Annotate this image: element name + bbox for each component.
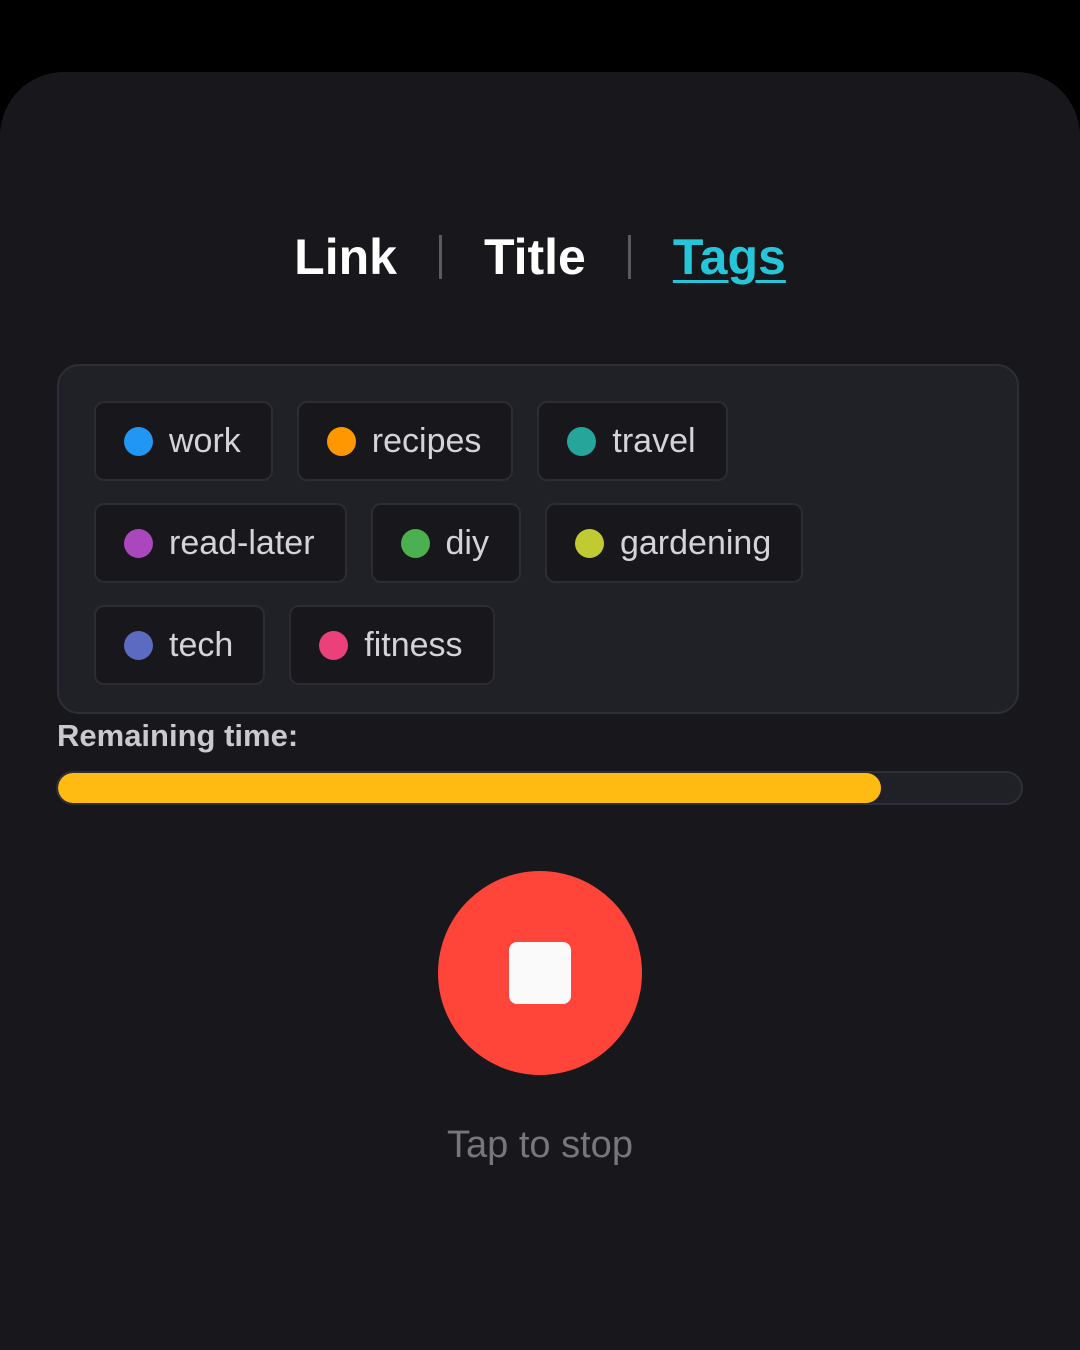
tag-row: tech fitness	[94, 605, 1017, 685]
tag-color-dot-icon	[574, 528, 604, 558]
remaining-time-progress-fill	[58, 773, 882, 803]
tag-chip-fitness[interactable]: fitness	[289, 605, 495, 685]
tag-color-dot-icon	[319, 630, 349, 660]
tab-separator	[627, 235, 631, 279]
tag-chip-diy[interactable]: diy	[370, 503, 521, 583]
tag-label: gardening	[619, 523, 772, 562]
tag-label: recipes	[371, 421, 482, 460]
tag-label: fitness	[364, 625, 463, 664]
tap-to-stop-hint: Tap to stop	[447, 1124, 633, 1166]
tag-color-dot-icon	[400, 528, 430, 558]
tab-link[interactable]: Link	[294, 222, 397, 292]
stop-recording-button[interactable]	[438, 871, 642, 1075]
tab-separator	[438, 235, 442, 279]
tag-row: read-later diy gardening	[94, 503, 1017, 583]
tag-chip-work[interactable]: work	[94, 401, 273, 481]
tag-label: travel	[612, 421, 696, 460]
remaining-time-label: Remaining time:	[57, 718, 299, 753]
tag-label: read-later	[169, 523, 315, 562]
tag-color-dot-icon	[124, 426, 153, 456]
tag-color-dot-icon	[124, 528, 153, 558]
tag-chip-tech[interactable]: tech	[94, 605, 266, 685]
remaining-time-progress-bar	[56, 771, 1023, 805]
tag-label: tech	[169, 625, 234, 664]
tab-bar: Link Title Tags	[0, 222, 1080, 292]
stop-icon	[509, 942, 571, 1004]
tag-label: work	[169, 421, 241, 460]
tag-chip-read-later[interactable]: read-later	[94, 503, 347, 583]
tag-chip-gardening[interactable]: gardening	[544, 503, 804, 583]
tag-chip-recipes[interactable]: recipes	[296, 401, 514, 481]
tab-tags[interactable]: Tags	[673, 222, 786, 292]
tag-row: work recipes travel	[94, 401, 1017, 481]
tag-color-dot-icon	[326, 426, 356, 456]
tag-chip-travel[interactable]: travel	[537, 401, 728, 481]
tab-title[interactable]: Title	[484, 222, 586, 292]
tag-color-dot-icon	[124, 630, 153, 660]
tag-list: work recipes travel read-later diy garde…	[57, 364, 1019, 714]
tag-color-dot-icon	[567, 426, 597, 456]
tag-label: diy	[445, 523, 489, 562]
